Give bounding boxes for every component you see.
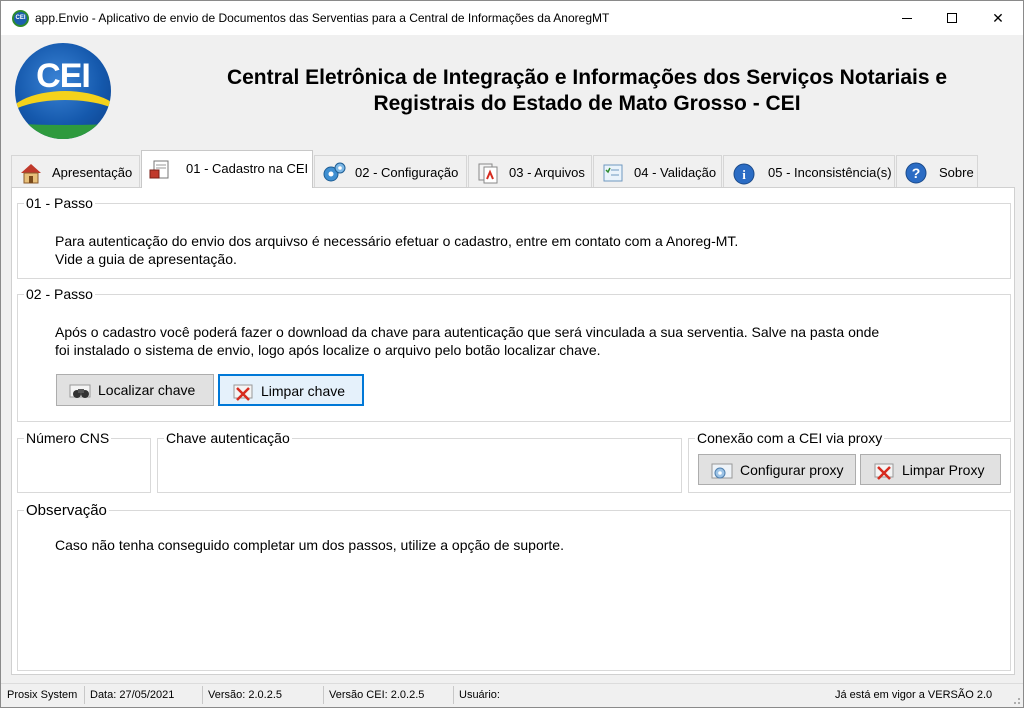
tab-label: 04 - Validação xyxy=(634,165,717,180)
window-title: app.Envio - Aplicativo de envio de Docum… xyxy=(35,11,610,25)
pdf-files-icon xyxy=(478,163,498,184)
configure-proxy-button[interactable]: Configurar proxy xyxy=(698,454,856,485)
clear-x-icon xyxy=(874,463,894,480)
svg-text:?: ? xyxy=(912,165,921,181)
checklist-icon xyxy=(603,164,623,182)
header-title-line1: Central Eletrônica de Integração e Infor… xyxy=(226,66,948,89)
step2-text-line2: foi instalado o sistema de envio, logo a… xyxy=(55,342,601,358)
document-stamp-icon xyxy=(149,160,169,179)
tab-label: 03 - Arquivos xyxy=(509,165,585,180)
main-window: CEI app.Envio - Aplicativo de envio de D… xyxy=(0,0,1024,708)
clear-key-label: Limpar chave xyxy=(261,383,346,399)
header-title-line2: Registrais do Estado de Mato Grosso - CE… xyxy=(373,92,801,115)
locate-key-button[interactable]: Localizar chave xyxy=(56,374,214,406)
tab-cadastro[interactable]: 01 - Cadastro na CEI xyxy=(141,150,313,188)
step2-group: 02 - Passo Após o cadastro você poderá f… xyxy=(17,286,1011,422)
tab-inconsistencias[interactable]: i 05 - Inconsistência(s) xyxy=(723,155,895,188)
tab-content-panel: 01 - Passo Para autenticação do envio do… xyxy=(11,187,1015,675)
tab-apresentacao[interactable]: Apresentação xyxy=(11,155,140,188)
tab-label: 01 - Cadastro na CEI xyxy=(186,161,309,176)
app-icon: CEI xyxy=(12,10,29,27)
cns-caption: Número CNS xyxy=(24,430,112,446)
observation-caption: Observação xyxy=(24,502,109,519)
tab-label: Apresentação xyxy=(52,165,133,180)
step1-text-line1: Para autenticação do envio dos arquivso … xyxy=(55,233,739,249)
observation-text: Caso não tenha conseguido completar um d… xyxy=(55,537,564,553)
clear-proxy-label: Limpar Proxy xyxy=(902,462,985,478)
help-icon: ? xyxy=(905,162,927,184)
tab-label: 05 - Inconsistência(s) xyxy=(768,165,892,180)
logo-swoosh xyxy=(15,91,111,139)
locate-key-label: Localizar chave xyxy=(98,382,196,398)
step1-text-line2: Vide a guia de apresentação. xyxy=(55,251,237,267)
clear-key-button[interactable]: Limpar chave xyxy=(218,374,364,406)
gears-icon xyxy=(323,162,346,182)
step2-text-line1: Após o cadastro você poderá fazer o down… xyxy=(55,324,880,340)
clear-x-icon xyxy=(233,384,253,401)
step1-caption: 01 - Passo xyxy=(24,195,95,211)
status-bar: Prosix System Data: 27/05/2021 Versão: 2… xyxy=(1,683,1023,707)
proxy-caption: Conexão com a CEI via proxy xyxy=(695,430,885,446)
maximize-icon xyxy=(947,13,957,23)
status-cei-version: Versão CEI: 2.0.2.5 xyxy=(329,689,425,701)
minimize-icon xyxy=(902,18,912,19)
status-version: Versão: 2.0.2.5 xyxy=(208,689,282,701)
resize-grip-icon[interactable] xyxy=(1011,695,1021,705)
status-company: Prosix System xyxy=(7,689,78,701)
auth-key-group: Chave autenticação xyxy=(157,430,682,493)
client-area: CEI Central Eletrônica de Integração e I… xyxy=(7,35,1019,679)
tab-label: Sobre xyxy=(939,165,974,180)
configure-proxy-label: Configurar proxy xyxy=(740,462,844,478)
tab-strip: Apresentação 01 - Cadastro na CEI 02 - C… xyxy=(11,150,1015,190)
info-icon: i xyxy=(733,163,755,185)
cns-group: Número CNS xyxy=(17,430,151,493)
step2-caption: 02 - Passo xyxy=(24,286,95,302)
auth-key-caption: Chave autenticação xyxy=(164,430,292,446)
status-date: Data: 27/05/2021 xyxy=(90,689,175,701)
svg-text:i: i xyxy=(742,167,746,182)
status-notice: Já está em vigor a VERSÃO 2.0 xyxy=(835,689,993,701)
step1-group: 01 - Passo Para autenticação do envio do… xyxy=(17,195,1011,279)
maximize-button[interactable] xyxy=(929,1,975,35)
tab-configuracao[interactable]: 02 - Configuração xyxy=(314,155,467,188)
binoculars-icon xyxy=(69,384,91,398)
tab-validacao[interactable]: 04 - Validação xyxy=(593,155,722,188)
house-icon xyxy=(21,164,41,184)
close-button[interactable]: ✕ xyxy=(975,1,1021,35)
title-bar[interactable]: CEI app.Envio - Aplicativo de envio de D… xyxy=(1,1,1023,35)
logo-text: CEI xyxy=(36,57,91,95)
proxy-settings-icon xyxy=(711,463,733,479)
cei-logo: CEI xyxy=(15,43,111,139)
minimize-button[interactable] xyxy=(884,1,930,35)
clear-proxy-button[interactable]: Limpar Proxy xyxy=(860,454,1001,485)
close-icon: ✕ xyxy=(992,10,1004,26)
status-user: Usuário: xyxy=(459,689,500,701)
observation-group: Observação Caso não tenha conseguido com… xyxy=(17,502,1011,671)
header-title: Central Eletrônica de Integração e Infor… xyxy=(175,65,999,117)
tab-label: 02 - Configuração xyxy=(355,165,459,180)
tab-arquivos[interactable]: 03 - Arquivos xyxy=(468,155,592,188)
proxy-group: Conexão com a CEI via proxy Configurar p… xyxy=(688,430,1011,493)
tab-sobre[interactable]: ? Sobre xyxy=(896,155,978,188)
